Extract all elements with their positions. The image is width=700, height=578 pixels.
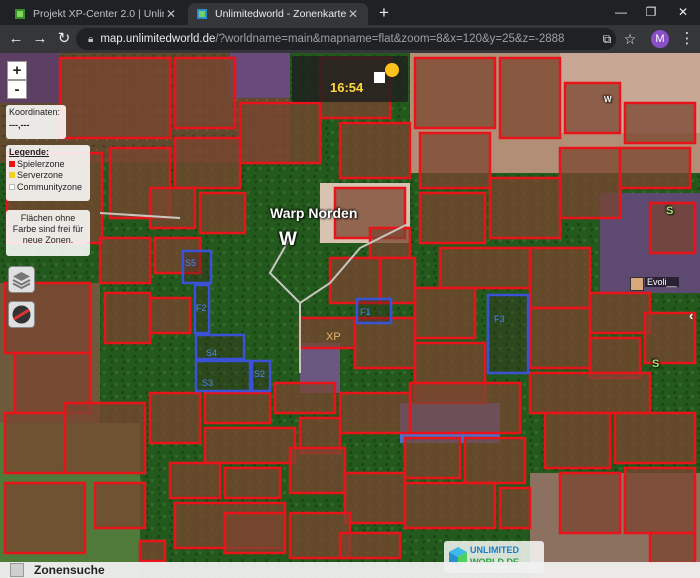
restore-icon[interactable]: ❐ (636, 2, 666, 22)
coordinates-value: ---,--- (9, 120, 30, 130)
zoom-out-button[interactable]: - (7, 80, 27, 99)
forward-arrow-icon[interactable]: → (30, 29, 50, 49)
tab-close-icon[interactable]: ✕ (346, 7, 360, 21)
menu-dots-icon[interactable]: ⋮ (677, 29, 697, 49)
sun-icon (374, 63, 399, 83)
zone-label[interactable]: S3 (202, 378, 213, 388)
spawn-marker[interactable]: S (652, 358, 659, 370)
url-path: /?worldname=main&mapname=flat&zoom=8&x=1… (215, 33, 565, 45)
minimize-icon[interactable]: — (606, 2, 636, 22)
day-clock: 16:54 (292, 56, 408, 102)
translate-icon[interactable]: ⧉ (597, 29, 617, 49)
close-window-icon[interactable]: ✕ (668, 2, 698, 22)
zone-label[interactable]: S4 (206, 348, 217, 358)
legend-label: Communityzone (17, 181, 83, 192)
legend-item: Spielerzone (9, 159, 87, 171)
xp-favicon-icon (15, 9, 25, 19)
lock-icon: 🔒︎ (88, 33, 94, 45)
sidebar-toggle-chevron-icon[interactable]: ‹ (689, 308, 693, 323)
coordinates-label: Koordinaten: (9, 107, 61, 117)
url-host: map.unlimitedworld.de (100, 33, 216, 45)
layers-icon[interactable] (8, 266, 35, 293)
spawn-marker[interactable]: S (666, 205, 673, 217)
tab-xp-center[interactable]: Projekt XP-Center 2.0 | Unlimitedworld ✕ (6, 3, 186, 25)
profile-avatar[interactable]: M (651, 30, 669, 48)
map-terrain (0, 53, 700, 578)
logo-text-line1: UNLIMITED (470, 545, 519, 555)
coordinates-panel: Koordinaten: ---,--- (6, 105, 66, 139)
browser-tab-strip: Projekt XP-Center 2.0 | Unlimitedworld ✕… (0, 0, 700, 25)
legend-swatch (9, 183, 15, 190)
zone-label[interactable]: XP (326, 331, 341, 343)
reload-icon[interactable]: ↻ (54, 29, 74, 49)
search-toggle-icon[interactable] (10, 563, 24, 577)
player-head-icon (630, 277, 644, 291)
player-name[interactable]: Evoli__ (645, 277, 679, 287)
legend-item: Serverzone (9, 170, 87, 182)
tab-title: Projekt XP-Center 2.0 | Unlimitedworld (33, 8, 164, 20)
zone-label[interactable]: S5 (185, 258, 196, 268)
zone-label[interactable]: F3 (494, 314, 505, 324)
unlimitedworld-favicon-icon (197, 9, 207, 19)
zone-map[interactable]: + - Koordinaten: ---,--- Legende: Spiele… (0, 53, 700, 578)
legend-title: Legende: (9, 147, 50, 157)
new-tab-button[interactable]: + (374, 3, 394, 23)
legend-item: Communityzone (9, 182, 87, 194)
address-bar[interactable]: 🔒︎ map.unlimitedworld.de /?worldname=mai… (76, 28, 616, 50)
warp-marker[interactable]: W (279, 229, 297, 251)
browser-toolbar: ← → ↻ 🔒︎ map.unlimitedworld.de /?worldna… (0, 25, 700, 53)
legend-label: Spielerzone (17, 158, 65, 169)
tab-close-icon[interactable]: ✕ (164, 7, 178, 21)
zoom-in-button[interactable]: + (7, 61, 27, 80)
tab-zonenkarte[interactable]: Unlimitedworld - Zonenkarte ✕ (188, 3, 368, 25)
tab-title: Unlimitedworld - Zonenkarte (215, 8, 346, 20)
warp-label: Warp Norden (270, 205, 358, 221)
legend-label: Serverzone (17, 170, 64, 180)
zone-label[interactable]: S2 (254, 369, 265, 379)
legend-swatch (9, 160, 15, 167)
zone-search-bar[interactable]: Zonensuche (0, 562, 700, 578)
compass-icon[interactable] (8, 301, 35, 328)
free-zone-info: Flächen ohne Farbe sind frei für neue Zo… (6, 210, 90, 256)
zone-search-label: Zonensuche (34, 563, 105, 577)
bookmark-star-icon[interactable]: ☆ (620, 29, 640, 49)
clock-time: 16:54 (330, 80, 364, 95)
back-arrow-icon[interactable]: ← (6, 29, 26, 49)
zone-label[interactable]: F1 (360, 307, 371, 317)
legend-swatch (9, 172, 15, 178)
warp-marker-small[interactable]: W (604, 95, 612, 104)
legend-panel: Legende: Spielerzone Serverzone Communit… (6, 145, 90, 201)
zone-label[interactable]: F2 (196, 303, 207, 313)
